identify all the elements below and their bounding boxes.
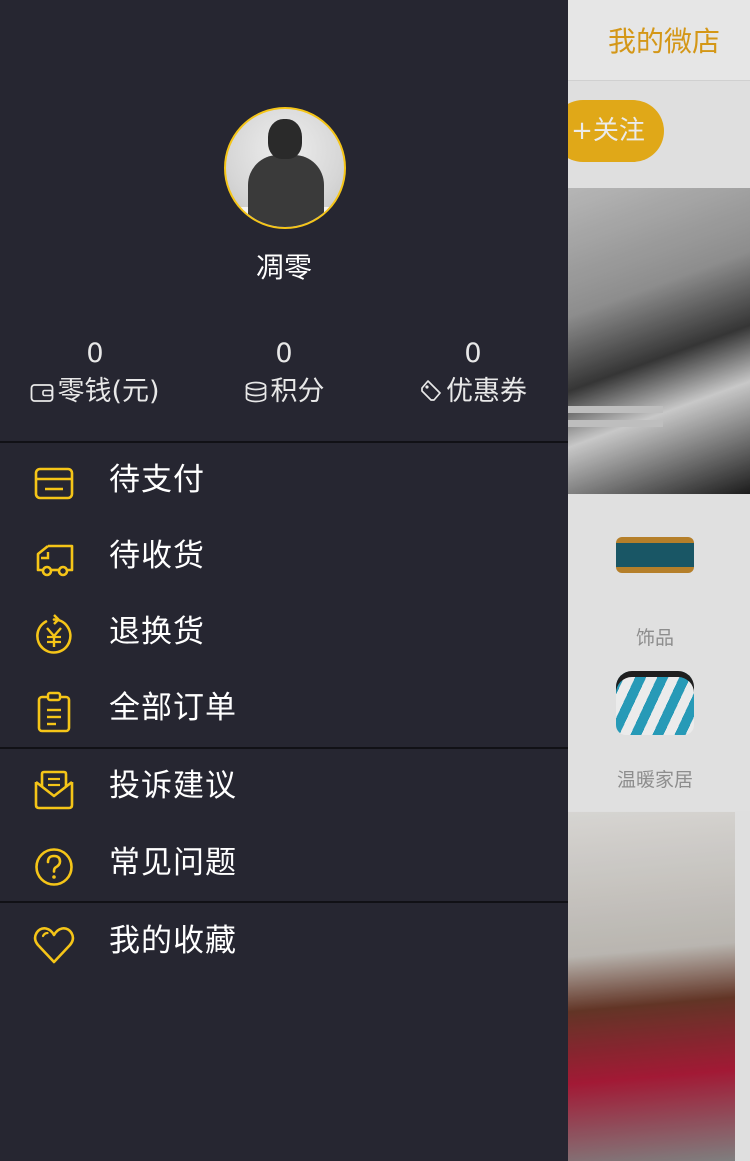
- balance-value: 0: [86, 338, 104, 369]
- menu-label: 常见问题: [109, 845, 237, 881]
- coupons-label: 优惠券: [446, 376, 527, 407]
- avatar-body: [248, 155, 324, 227]
- menu-item-all-orders[interactable]: 全部订单: [0, 672, 568, 744]
- menu-item-favorites[interactable]: 我的收藏: [0, 905, 568, 977]
- username: 凋零: [255, 251, 312, 284]
- menu-item-faq[interactable]: 常见问题: [0, 827, 568, 899]
- coupons-value: 0: [464, 338, 482, 369]
- points-row: 积分: [189, 374, 379, 410]
- stat-points[interactable]: 0 积分: [189, 336, 379, 410]
- question-icon: [35, 848, 73, 886]
- divider: [0, 901, 568, 903]
- avatar[interactable]: [224, 107, 346, 229]
- menu-item-pending-delivery[interactable]: 待收货: [0, 520, 568, 592]
- wallet-icon: [31, 384, 54, 402]
- heart-icon: [33, 927, 75, 964]
- menu-label: 我的收藏: [109, 923, 237, 959]
- menu-label: 投诉建议: [109, 768, 237, 804]
- divider: [0, 441, 568, 443]
- stat-coupons[interactable]: 0 优惠券: [378, 336, 568, 410]
- points-label: 积分: [270, 376, 325, 407]
- coupons-row: 优惠券: [378, 374, 568, 410]
- menu-label: 待支付: [109, 462, 205, 498]
- card-icon: [34, 467, 74, 500]
- refund-icon: [36, 614, 72, 654]
- clipboard-icon: [37, 691, 71, 733]
- points-value: 0: [275, 338, 293, 369]
- feedback-icon: [34, 770, 74, 810]
- stat-balance[interactable]: 0 零钱(元): [0, 336, 190, 410]
- menu-item-pending-payment[interactable]: 待支付: [0, 444, 568, 516]
- menu-label: 全部订单: [109, 690, 237, 726]
- coupon-icon: [421, 380, 441, 401]
- menu-label: 待收货: [109, 538, 205, 574]
- coins-icon: [245, 381, 266, 403]
- menu-item-feedback[interactable]: 投诉建议: [0, 750, 568, 822]
- side-drawer: 凋零 0 零钱(元) 0 积分 0 优惠券 待支付 待收货 退换货 全部订单 投…: [0, 0, 568, 1161]
- account-stats: 0 零钱(元) 0 积分 0 优惠券: [0, 336, 568, 416]
- avatar-head: [268, 119, 302, 159]
- truck-icon: [36, 544, 74, 577]
- menu-item-returns[interactable]: 退换货: [0, 596, 568, 668]
- balance-label: 零钱(元): [57, 376, 160, 407]
- divider: [0, 747, 568, 749]
- drawer-scrim[interactable]: [560, 0, 750, 1161]
- menu-label: 退换货: [109, 614, 205, 650]
- balance-row: 零钱(元): [0, 374, 190, 410]
